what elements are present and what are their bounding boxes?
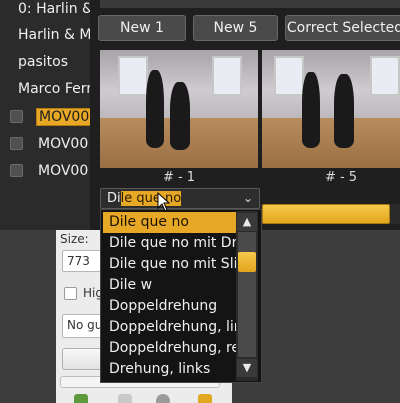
video-thumbnail[interactable] <box>100 50 258 168</box>
new-5-button[interactable]: New 5 <box>193 15 278 41</box>
chevron-down-icon[interactable]: ⌄ <box>243 189 253 208</box>
dancer-figure <box>302 72 320 148</box>
tree-item-6[interactable]: MOV00 <box>38 160 88 182</box>
progress-bar <box>262 204 390 224</box>
thumbnail-window <box>212 56 242 96</box>
scrollbar-track[interactable] <box>238 232 256 357</box>
scene-tree: 0: Harlin & Ma Harlin & Ma pasitos Marco… <box>0 0 98 230</box>
tree-checkbox[interactable] <box>10 110 23 123</box>
dancer-figure <box>170 82 190 150</box>
top-strip <box>100 0 400 8</box>
mouse-cursor-icon <box>157 192 171 212</box>
new-1-button[interactable]: New 1 <box>98 15 186 41</box>
tree-item-label: MOV00 <box>38 163 89 179</box>
list-item[interactable]: Doppeldrehung, lin <box>103 317 239 338</box>
list-item[interactable]: Doppeldrehung <box>103 296 239 317</box>
list-item[interactable]: Doppeldrehung, re <box>103 338 239 359</box>
tree-item-label: pasitos <box>18 54 68 70</box>
tree-checkbox[interactable] <box>10 164 23 177</box>
tree-item-3[interactable]: Marco Ferr <box>18 78 92 100</box>
list-item[interactable]: Dile que no mit Slic <box>103 254 239 275</box>
dancer-figure <box>146 70 164 148</box>
list-item[interactable]: Dile que no <box>103 212 239 233</box>
tree-item-label: Marco Ferr <box>18 81 92 97</box>
thumbnail-caption: # - 5 <box>324 170 358 185</box>
figure-combobox[interactable]: Dile que no ⌄ <box>100 188 260 209</box>
video-thumbnail[interactable] <box>262 50 400 168</box>
list-item[interactable]: Dile que no mit Dre <box>103 233 239 254</box>
thumbnail-window <box>118 56 148 96</box>
list-item[interactable]: Dile w <box>103 275 239 296</box>
tree-item-2[interactable]: pasitos <box>18 51 68 73</box>
thumbnail-floor <box>262 118 400 168</box>
chevron-up-icon[interactable]: ▲ <box>237 213 257 231</box>
tree-item-4[interactable]: MOV00 <box>36 106 93 128</box>
size-label: Size: <box>60 232 89 246</box>
tree-item-label: 0: Harlin & Ma <box>18 1 98 17</box>
tree-item-1[interactable]: Harlin & Ma <box>18 24 98 46</box>
scrollbar-thumb[interactable] <box>238 252 256 272</box>
chevron-down-icon[interactable]: ▼ <box>237 359 257 377</box>
refresh-icon[interactable] <box>156 394 170 403</box>
thumbnail-window <box>274 56 304 96</box>
dancer-figure <box>334 74 354 148</box>
tree-item-label: Harlin & Ma <box>18 27 98 43</box>
tree-item-label: MOV00 <box>38 136 89 152</box>
plugin-icon[interactable] <box>74 394 88 403</box>
tree-checkbox[interactable] <box>10 137 23 150</box>
combobox-value-prefix: Di <box>107 191 121 206</box>
high-checkbox[interactable] <box>64 287 77 300</box>
tree-item-label: MOV00 <box>36 108 93 126</box>
tree-item-0[interactable]: 0: Harlin & Ma <box>18 0 98 20</box>
document-icon[interactable] <box>118 394 132 403</box>
list-item[interactable]: Drehung, links <box>103 359 239 380</box>
tree-item-5[interactable]: MOV00 <box>38 133 88 155</box>
folder-icon[interactable] <box>198 394 212 403</box>
combobox-value-highlight: le que no <box>120 191 182 206</box>
thumbnail-caption: # - 1 <box>162 170 196 185</box>
correct-selected-button[interactable]: Correct Selected <box>285 15 400 41</box>
thumbnail-window <box>370 56 400 96</box>
